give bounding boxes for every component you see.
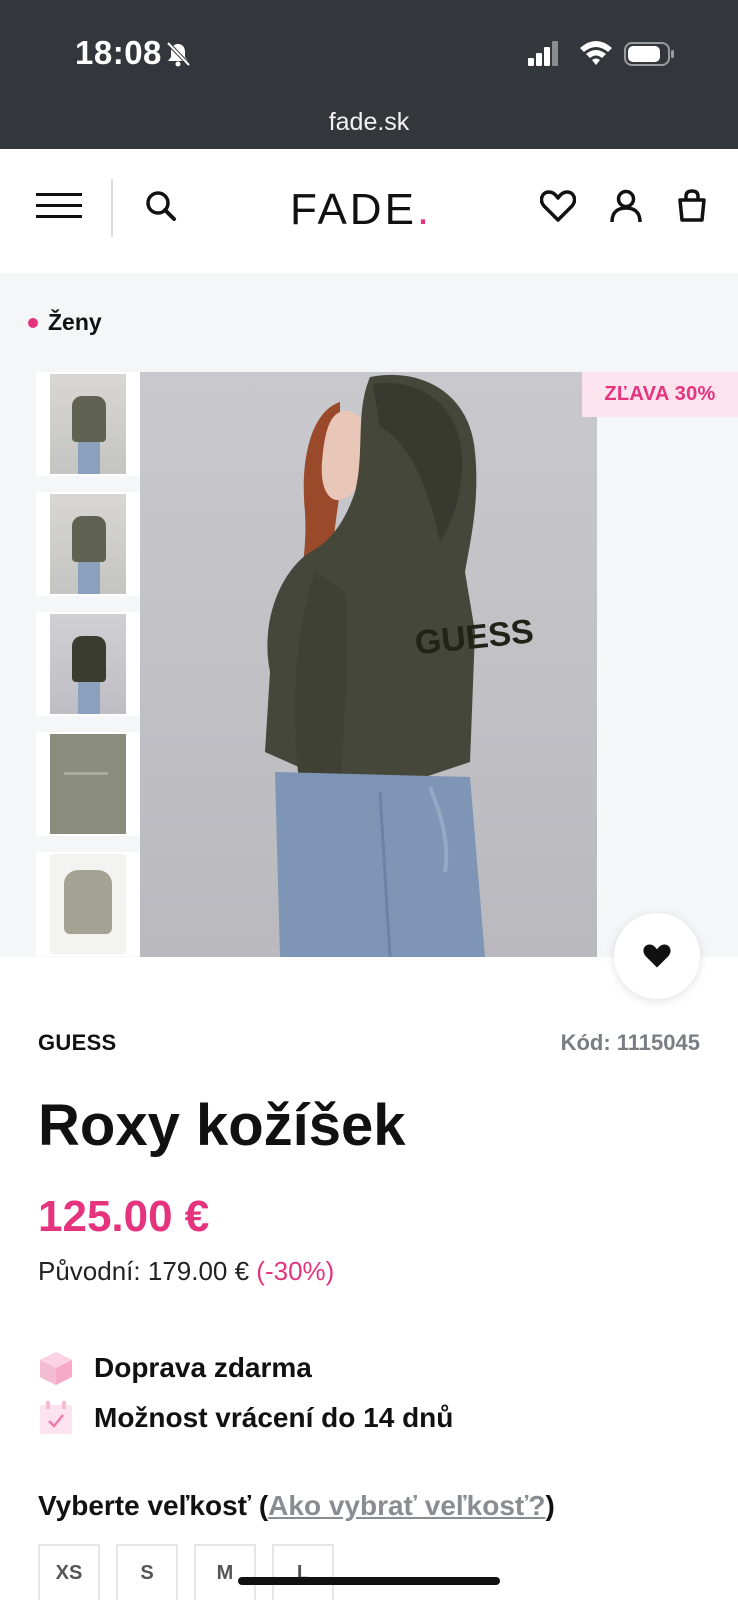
bell-muted-icon: [166, 41, 191, 67]
heart-icon[interactable]: [540, 189, 576, 223]
size-option-s[interactable]: S: [116, 1544, 178, 1600]
battery-icon: [624, 42, 674, 66]
search-icon[interactable]: [144, 189, 178, 223]
header-divider: [111, 179, 113, 237]
size-selector-title: Vyberte veľkosť (Ako vybrať veľkosť?): [38, 1490, 555, 1522]
product-gallery: Ženy GUESS ZĽAVA 30%: [0, 273, 738, 957]
size-option-l[interactable]: L: [272, 1544, 334, 1600]
bag-icon[interactable]: [675, 189, 709, 223]
thumbnail-image: [50, 374, 126, 474]
thumbnail-list: [36, 372, 140, 972]
feature-label: Doprava zdarma: [94, 1352, 312, 1383]
thumbnail-image: [50, 734, 126, 834]
product-price: 125.00 €: [38, 1192, 210, 1241]
breadcrumb-label: Ženy: [48, 309, 102, 335]
size-option-m[interactable]: M: [194, 1544, 256, 1600]
size-title-prefix: Vyberte veľkosť (: [38, 1490, 269, 1521]
main-product-image[interactable]: GUESS: [140, 372, 597, 957]
logo-text: FADE: [290, 185, 417, 234]
signal-icon: [528, 41, 558, 66]
product-title: Roxy kožíšek: [38, 1093, 406, 1158]
breadcrumb-bullet: [28, 317, 38, 328]
heart-filled-icon: [643, 944, 671, 968]
thumbnail-4[interactable]: [36, 732, 140, 836]
user-icon[interactable]: [609, 189, 643, 223]
feature-returns: Možnost vrácení do 14 dnů: [38, 1400, 453, 1436]
home-indicator[interactable]: [238, 1577, 500, 1585]
add-to-wishlist-button[interactable]: [614, 913, 700, 999]
sale-badge: ZĽAVA 30%: [582, 372, 738, 417]
return-calendar-icon: [40, 1401, 72, 1434]
size-title-suffix: ): [545, 1490, 555, 1521]
size-option-xs[interactable]: XS: [38, 1544, 100, 1600]
logo-dot: .: [416, 185, 433, 234]
size-guide-link[interactable]: Ako vybrať veľkosť?: [268, 1490, 545, 1521]
menu-icon[interactable]: [36, 189, 82, 223]
status-bar: 18:08 fade.sk: [0, 0, 738, 149]
feature-label: Možnost vrácení do 14 dnů: [94, 1402, 454, 1433]
thumbnail-image: [50, 614, 126, 714]
wifi-icon: [580, 41, 612, 65]
box-icon: [40, 1352, 72, 1385]
product-code: Kód: 1115045: [560, 1030, 700, 1055]
thumbnail-1[interactable]: [36, 372, 140, 476]
status-time: 18:08: [75, 34, 162, 71]
thumbnail-image: [50, 494, 126, 594]
thumbnail-2[interactable]: [36, 492, 140, 596]
thumbnail-3[interactable]: [36, 612, 140, 716]
site-logo[interactable]: FADE.: [290, 185, 432, 235]
discount-percent: (-30%): [256, 1256, 335, 1286]
product-brand[interactable]: GUESS: [38, 1030, 117, 1056]
original-price: Původní: 179.00 € (-30%): [38, 1256, 334, 1287]
feature-free-shipping: Doprava zdarma: [38, 1350, 312, 1386]
product-photo-illustration: GUESS: [265, 374, 535, 957]
size-options: XS S M L: [38, 1544, 334, 1600]
thumbnail-5[interactable]: [36, 852, 140, 956]
breadcrumb[interactable]: Ženy: [28, 309, 102, 336]
thumbnail-image: [50, 854, 126, 954]
original-price-text: Původní: 179.00 €: [38, 1256, 250, 1286]
address-bar-url[interactable]: fade.sk: [0, 108, 738, 137]
site-header: FADE.: [0, 149, 738, 273]
